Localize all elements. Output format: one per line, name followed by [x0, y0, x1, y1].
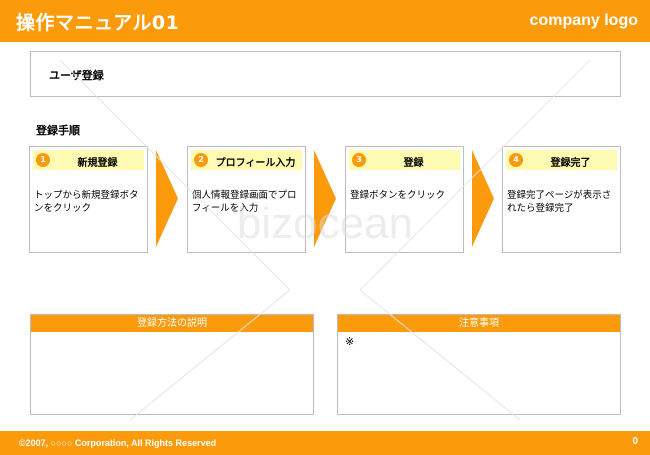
header-bar: 操作マニュアル01 company logo: [0, 0, 650, 42]
panel-title: 登録方法の説明: [31, 315, 313, 332]
step-number-badge: 2: [194, 153, 208, 167]
notes-panel: 注意事項 ※: [337, 314, 621, 415]
panel-body: ※: [345, 335, 355, 348]
step-card-2: 2 プロフィール入力 個人情報登録画面でプロフィールを入力: [187, 146, 306, 253]
step-title: 新規登録: [77, 158, 118, 169]
step-description: 登録ボタンをクリック: [350, 190, 446, 201]
copyright-text: ©2007, ○○○○ Corporation, All Rights Rese…: [19, 438, 217, 448]
footer-bar: ©2007, ○○○○ Corporation, All Rights Rese…: [0, 431, 650, 455]
step-title: 登録完了: [550, 158, 591, 169]
step-header: 1 新規登録: [33, 150, 144, 170]
page-number: 0: [632, 436, 638, 447]
step-number-badge: 4: [509, 153, 523, 167]
company-logo: company logo: [529, 12, 638, 29]
topic-label: ユーザ登録: [49, 69, 104, 82]
step-header: 4 登録完了: [506, 150, 617, 170]
procedure-label: 登録手順: [36, 124, 80, 137]
step-card-3: 3 登録 登録ボタンをクリック: [345, 146, 464, 253]
step-title: 登録: [403, 158, 424, 169]
explanation-panel: 登録方法の説明: [30, 314, 314, 415]
arrow-right-icon: [156, 150, 178, 247]
step-number-badge: 1: [36, 153, 50, 167]
step-header: 3 登録: [349, 150, 460, 170]
topic-box: ユーザ登録: [30, 51, 621, 97]
arrow-right-icon: [314, 150, 336, 247]
document-title: 操作マニュアル01: [16, 12, 180, 34]
step-description: トップから新規登録ボタンをクリック: [34, 190, 139, 214]
panel-title: 注意事項: [338, 315, 620, 332]
step-title: プロフィール入力: [215, 158, 296, 169]
step-description: 個人情報登録画面でプロフィールを入力: [192, 190, 297, 214]
step-card-1: 1 新規登録 トップから新規登録ボタンをクリック: [29, 146, 148, 253]
step-header: 2 プロフィール入力: [191, 150, 302, 170]
arrow-right-icon: [472, 150, 494, 247]
step-card-4: 4 登録完了 登録完了ページが表示されたら登録完了: [502, 146, 621, 253]
step-number-badge: 3: [352, 153, 366, 167]
step-description: 登録完了ページが表示されたら登録完了: [507, 190, 612, 214]
